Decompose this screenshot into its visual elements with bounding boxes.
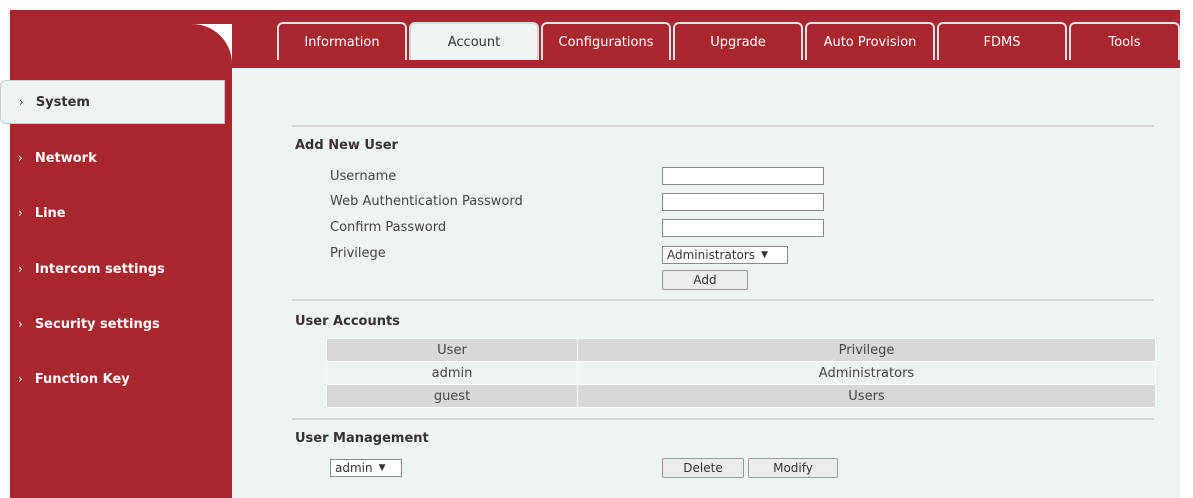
section-title-user-management: User Management: [295, 431, 429, 446]
modify-button[interactable]: Modify: [748, 458, 838, 478]
sidebar-item-label: Security settings: [34, 316, 160, 332]
table-cell-privilege: Administrators: [577, 361, 1156, 385]
sidebar-item-line[interactable]: › Line: [0, 191, 222, 235]
tab-configurations[interactable]: Configurations: [541, 22, 671, 60]
table-cell-privilege: Users: [577, 384, 1156, 408]
tab-upgrade[interactable]: Upgrade: [673, 22, 803, 60]
chevron-right-icon: ›: [18, 151, 23, 165]
tab-account[interactable]: Account: [409, 22, 539, 60]
sidebar-item-label: Intercom settings: [34, 261, 165, 277]
delete-button[interactable]: Delete: [662, 458, 744, 478]
column-header-privilege: Privilege: [577, 338, 1156, 362]
sidebar-item-system[interactable]: › System: [0, 80, 225, 124]
sidebar-item-network[interactable]: › Network: [0, 136, 222, 180]
privilege-select[interactable]: Administrators ▼: [662, 246, 788, 264]
chevron-right-icon: ›: [18, 317, 23, 331]
user-select[interactable]: admin ▼: [330, 459, 402, 477]
username-label: Username: [330, 169, 397, 184]
user-selected-value: admin: [335, 461, 373, 475]
table-row: guest Users: [326, 384, 1156, 408]
password-input[interactable]: [662, 193, 824, 211]
table-row: admin Administrators: [326, 361, 1156, 385]
username-input[interactable]: [662, 167, 824, 185]
add-user-button[interactable]: Add: [662, 270, 748, 290]
tab-auto-provision[interactable]: Auto Provision: [805, 22, 935, 60]
divider: [292, 299, 1154, 301]
password-label: Web Authentication Password: [330, 194, 523, 209]
confirm-password-input[interactable]: [662, 219, 824, 237]
divider: [292, 418, 1154, 420]
triangle-down-icon: ▼: [378, 463, 386, 473]
column-header-user: User: [326, 338, 578, 362]
divider: [292, 125, 1154, 127]
tab-information[interactable]: Information: [277, 22, 407, 60]
chevron-right-icon: ›: [18, 206, 23, 220]
sidebar-item-label: Line: [34, 205, 66, 221]
privilege-label: Privilege: [330, 246, 386, 261]
sidebar-item-security-settings[interactable]: › Security settings: [0, 302, 222, 346]
sidebar-item-label: Function Key: [34, 371, 130, 387]
chevron-right-icon: ›: [19, 95, 24, 109]
section-title-add-new-user: Add New User: [295, 138, 398, 153]
section-title-user-accounts: User Accounts: [295, 314, 400, 329]
triangle-down-icon: ▼: [761, 250, 768, 260]
table-cell-user: admin: [326, 361, 578, 385]
user-accounts-table: User Privilege admin Administrators gues…: [326, 338, 1156, 408]
tab-tools[interactable]: Tools: [1069, 22, 1180, 60]
sidebar-item-intercom-settings[interactable]: › Intercom settings: [0, 247, 222, 291]
sidebar-item-label: Network: [34, 150, 97, 166]
tab-fdms[interactable]: FDMS: [937, 22, 1067, 60]
table-header-row: User Privilege: [326, 338, 1156, 362]
confirm-password-label: Confirm Password: [330, 220, 447, 235]
privilege-selected-value: Administrators: [667, 248, 756, 262]
table-cell-user: guest: [326, 384, 578, 408]
top-white-strip: [0, 0, 1193, 10]
chevron-right-icon: ›: [18, 262, 23, 276]
sidebar-item-label: System: [35, 94, 90, 110]
chevron-right-icon: ›: [18, 372, 23, 386]
sidebar-item-function-key[interactable]: › Function Key: [0, 357, 222, 401]
